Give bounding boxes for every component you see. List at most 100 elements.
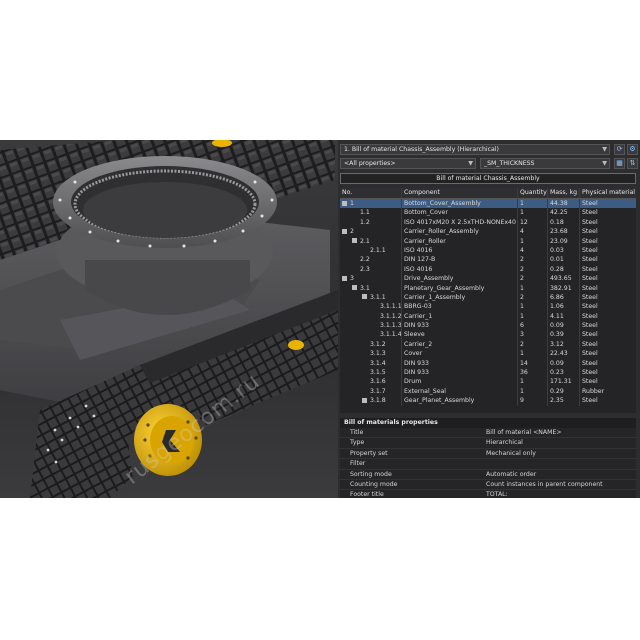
property-row[interactable]: Footer title TOTAL: xyxy=(340,490,636,498)
cell-quantity: 4 xyxy=(518,227,548,237)
table-row[interactable]: 3.1.1.2 Carrier_1 1 4.11 Steel xyxy=(340,311,636,322)
table-row[interactable]: 1 Bottom_Cover_Assembly 1 44.38 Steel xyxy=(340,199,636,209)
expand-toggle-icon[interactable] xyxy=(352,238,357,244)
cell-material: Steel xyxy=(582,303,598,311)
cell-component: Bottom_Cover_Assembly xyxy=(402,199,518,209)
table-row[interactable]: 3.1.4 DIN 933 14 0.09 Steel xyxy=(340,358,636,369)
cell-no: 3.1 xyxy=(340,283,402,293)
cell-material: Steel xyxy=(582,256,598,264)
table-row[interactable]: 3.1 Planetary_Gear_Assembly 1 382.91 Steel xyxy=(340,283,636,293)
table-row[interactable]: 3.1.1.4 Sleeve 3 0.39 Steel xyxy=(340,330,636,340)
column-header-mass[interactable]: Mass, kg xyxy=(548,188,580,198)
cell-quantity: 2 xyxy=(518,274,548,284)
cell-no-text: 3.1.7 xyxy=(370,387,386,395)
cell-quantity: 14 xyxy=(518,358,548,369)
property-value[interactable] xyxy=(486,459,636,468)
chevron-down-icon: ▼ xyxy=(602,160,607,167)
cell-quantity: 12 xyxy=(518,217,548,228)
cell-material: Steel xyxy=(582,265,598,273)
cell-mass: 0.01 xyxy=(548,255,580,265)
table-row[interactable]: 3.1.3 Cover 1 22.43 Steel xyxy=(340,349,636,359)
property-value[interactable]: Mechanical only xyxy=(486,449,636,458)
table-row[interactable]: 2.1 Carrier_Roller 1 23.09 Steel xyxy=(340,236,636,246)
refresh-icon[interactable]: ⟳ xyxy=(614,144,625,155)
table-row[interactable]: 3.1.1.1 BBRG-03 1 1.06 Steel xyxy=(340,302,636,312)
table-row[interactable]: 3.1.1 Carrier_1_Assembly 2 6.86 Steel xyxy=(340,292,636,303)
cell-no-text: 3 xyxy=(350,275,354,283)
property-row[interactable]: Type Hierarchical xyxy=(340,438,636,449)
table-row[interactable]: 2.3 ISO 4016 2 0.28 Steel xyxy=(340,264,636,275)
cell-quantity: 1 xyxy=(518,236,548,246)
table-row[interactable]: 3.1.8 Gear_Planet_Assembly 9 2.35 Steel xyxy=(340,396,636,406)
cell-no-text: 3.1.3 xyxy=(370,350,386,358)
table-row[interactable]: 3.1.2 Carrier_2 2 3.12 Steel xyxy=(340,339,636,350)
property-field-label: _SM_THICKNESS xyxy=(484,160,535,167)
column-header-material[interactable]: Physical material xyxy=(580,188,636,198)
expand-toggle-icon[interactable] xyxy=(342,275,347,281)
cell-no-text: 3.1.1.4 xyxy=(380,331,402,339)
table-row[interactable]: 3.1.7 External_Seal 1 0.29 Rubber xyxy=(340,386,636,397)
table-row[interactable]: 3.1.5 DIN 933 36 0.23 Steel xyxy=(340,368,636,378)
cell-component: Bottom_Cover xyxy=(402,208,518,218)
cell-no-text: 3.1.1.1 xyxy=(380,303,402,311)
expand-toggle-icon[interactable] xyxy=(352,285,357,291)
cell-mass: 1.06 xyxy=(548,302,580,312)
cell-no: 2 xyxy=(340,227,402,237)
cell-quantity: 3 xyxy=(518,330,548,340)
cell-mass: 0.18 xyxy=(548,217,580,228)
property-value[interactable]: Automatic order xyxy=(486,470,636,479)
expand-toggle-icon[interactable] xyxy=(342,200,347,206)
table-row[interactable]: 2.2 DIN 127-B 2 0.01 Steel xyxy=(340,255,636,265)
property-value[interactable]: TOTAL: xyxy=(486,490,636,498)
property-key: Title xyxy=(350,429,364,436)
cell-quantity: 1 xyxy=(518,208,548,218)
property-row[interactable]: Filter xyxy=(340,459,636,470)
cell-no: 3 xyxy=(340,274,402,284)
expand-toggle-icon[interactable] xyxy=(362,294,367,300)
table-row[interactable]: 2 Carrier_Roller_Assembly 4 23.68 Steel xyxy=(340,227,636,237)
property-row[interactable]: Title Bill of material <NAME> xyxy=(340,428,636,439)
cad-application-window: rusgeocom.ru 1. Bill of material Chassis… xyxy=(0,140,640,498)
table-row[interactable]: 3.1.6 Drum 1 171.31 Steel xyxy=(340,377,636,387)
property-value[interactable]: Count instances in parent component xyxy=(486,480,636,489)
bom-title-button[interactable]: Bill of material Chassis_Assembly xyxy=(340,173,636,184)
cell-component: Carrier_Roller xyxy=(402,236,518,246)
column-header-component[interactable]: Component xyxy=(402,188,518,198)
property-key: Filter xyxy=(350,460,366,468)
table-row[interactable]: 2.1.1 ISO 4016 4 0.03 Steel xyxy=(340,245,636,256)
table-row[interactable]: 3.1.1.3 DIN 933 6 0.09 Steel xyxy=(340,321,636,331)
cell-component: DIN 933 xyxy=(402,368,518,378)
column-header-no[interactable]: No. xyxy=(340,188,402,198)
cell-quantity: 2 xyxy=(518,339,548,350)
sort-icon[interactable]: ⇅ xyxy=(627,158,638,169)
properties-grid: Title Bill of material <NAME> Type Hierarch… xyxy=(340,428,636,498)
table-row[interactable]: 3 Drive_Assembly 2 493.65 Steel xyxy=(340,274,636,284)
expand-toggle-icon[interactable] xyxy=(342,228,347,234)
cell-material: Steel xyxy=(582,397,598,405)
bom-view-selector[interactable]: 1. Bill of material Chassis_Assembly (Hi… xyxy=(340,144,610,155)
property-filter-select[interactable]: <All properties> ▼ xyxy=(340,158,476,169)
property-row[interactable]: Counting mode Count instances in parent c… xyxy=(340,480,636,491)
column-header-quantity[interactable]: Quantity xyxy=(518,188,548,198)
grid-icon[interactable]: ▦ xyxy=(614,158,625,169)
cell-no: 3.1.6 xyxy=(340,377,402,387)
cell-quantity: 4 xyxy=(518,245,548,256)
cell-mass: 0.28 xyxy=(548,264,580,275)
cell-quantity: 2 xyxy=(518,255,548,265)
expand-toggle-icon[interactable] xyxy=(362,397,367,403)
bom-table: No. Component Quantity Mass, kg Physical… xyxy=(340,188,636,413)
property-value[interactable]: Bill of material <NAME> xyxy=(486,428,636,437)
cell-no-text: 3.1.1.2 xyxy=(380,312,402,320)
property-key: Property set xyxy=(350,449,388,457)
chevron-down-icon: ▼ xyxy=(602,146,607,153)
property-value[interactable]: Hierarchical xyxy=(486,438,636,447)
property-row[interactable]: Sorting mode Automatic order xyxy=(340,470,636,480)
table-row[interactable]: 1.1 Bottom_Cover 1 42.25 Steel xyxy=(340,208,636,218)
property-field-select[interactable]: _SM_THICKNESS ▼ xyxy=(480,158,610,169)
property-row[interactable]: Property set Mechanical only xyxy=(340,449,636,460)
cell-mass: 22.43 xyxy=(548,349,580,359)
table-row[interactable]: 1.2 ISO 4017xM20 X 2.5xTHD-NONEx40 12 0.18 S… xyxy=(340,217,636,228)
3d-viewport[interactable]: rusgeocom.ru xyxy=(0,140,338,498)
cell-quantity: 1 xyxy=(518,349,548,359)
settings-icon[interactable]: ⚙ xyxy=(627,144,638,155)
